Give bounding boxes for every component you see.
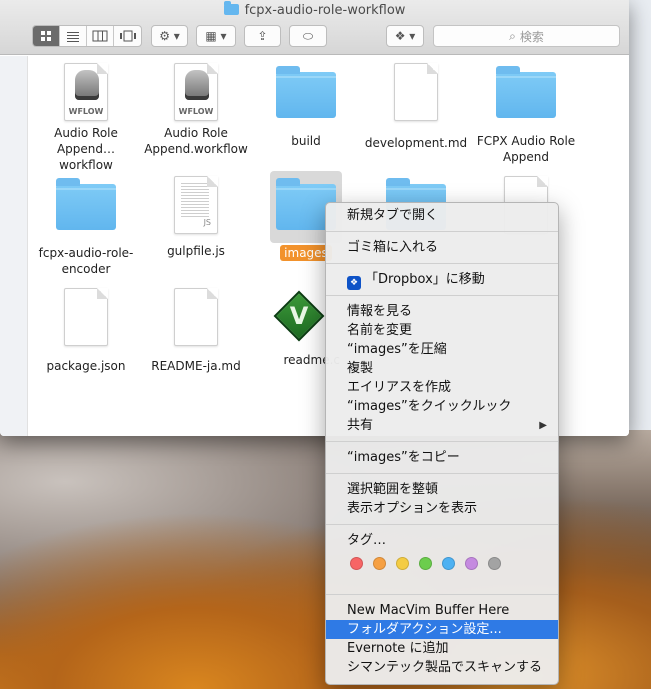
window-titlebar: fcpx-audio-role-workflow ⚙ ▾ ▦ ▾ ⇪ ⬭ ❖ ▾… (0, 0, 629, 55)
context-menu: 新規タブで開く ゴミ箱に入れる ❖ 「Dropbox」に移動 情報を見る 名前を変… (325, 202, 559, 685)
tag-red-dot[interactable] (350, 556, 363, 570)
automator-robot-icon (75, 70, 99, 100)
list-icon (67, 32, 79, 42)
file-name: fcpx-audio-role-encoder (38, 246, 134, 276)
file-item-fcpx-audio-role-encoder[interactable]: fcpx-audio-role-encoder (31, 178, 141, 277)
menu-item-clean-up-selection[interactable]: 選択範囲を整頓 (326, 480, 558, 499)
share-icon: ⇪ (257, 29, 268, 43)
menu-separator (326, 295, 558, 296)
menu-item-compress[interactable]: “images”を圧縮 (326, 340, 558, 359)
window-title-text: fcpx-audio-role-workflow (244, 3, 406, 18)
arrange-button[interactable]: ▦ ▾ (196, 25, 236, 47)
action-button[interactable]: ⚙ ▾ (151, 25, 188, 47)
search-icon: ⌕ (509, 28, 516, 43)
wflow-badge: WFLOW (68, 107, 104, 116)
sidebar-edge (0, 56, 28, 436)
wflow-badge: WFLOW (178, 107, 214, 116)
file-name: FCPX Audio Role Append (476, 134, 576, 164)
workflow-icon: WFLOW (64, 63, 108, 121)
document-icon (64, 288, 108, 346)
dropbox-toolbar-button[interactable]: ❖ ▾ (386, 25, 424, 47)
menu-item-move-to-trash[interactable]: ゴミ箱に入れる (326, 238, 558, 257)
list-view-button[interactable] (60, 26, 87, 46)
tag-gray-dot[interactable] (488, 556, 501, 570)
js-badge: JS (203, 218, 211, 227)
coverflow-view-button[interactable] (114, 26, 141, 46)
grid-icon (41, 31, 51, 41)
tag-green-dot[interactable] (419, 556, 432, 570)
tag-color-row (326, 550, 558, 576)
menu-separator (326, 473, 558, 474)
menu-separator (326, 231, 558, 232)
dropbox-icon: ❖ ▾ (394, 29, 416, 43)
columns-icon (92, 30, 108, 42)
menu-separator (326, 524, 558, 525)
file-item-gulpfile-js[interactable]: JS gulpfile.js (141, 176, 251, 259)
edit-tags-button[interactable]: ⬭ (289, 25, 327, 47)
workflow-icon: WFLOW (174, 63, 218, 121)
folder-icon (223, 1, 239, 15)
icon-view-button[interactable] (33, 26, 60, 46)
menu-separator (326, 441, 558, 442)
coverflow-icon (119, 30, 136, 42)
macvim-icon: V (273, 290, 325, 346)
file-name: package.json (46, 359, 126, 373)
submenu-arrow-icon: ▶ (539, 420, 547, 431)
file-item-development-md[interactable]: development.md (361, 63, 471, 151)
file-item-workflow-1[interactable]: WFLOW Audio Role Append…workflow (31, 63, 141, 173)
javascript-file-icon: JS (174, 176, 218, 234)
search-placeholder: 検索 (519, 29, 544, 44)
column-view-button[interactable] (87, 26, 114, 46)
search-field[interactable]: ⌕ 検索 (433, 25, 620, 47)
tag-purple-dot[interactable] (465, 556, 478, 570)
tag-blue-dot[interactable] (442, 556, 455, 570)
view-mode-segmented (32, 25, 142, 47)
folder-icon (56, 178, 116, 230)
share-button[interactable]: ⇪ (244, 25, 281, 47)
menu-item-make-alias[interactable]: エイリアスを作成 (326, 378, 558, 397)
menu-item-share[interactable]: 共有 ▶ (326, 416, 558, 435)
menu-item-duplicate[interactable]: 複製 (326, 359, 558, 378)
menu-item-tags[interactable]: タグ… (326, 531, 558, 550)
document-icon (174, 288, 218, 346)
automator-robot-icon (185, 70, 209, 100)
arrange-icon: ▦ ▾ (205, 29, 227, 43)
tag-icon: ⬭ (302, 28, 314, 43)
file-name: build (291, 134, 321, 148)
menu-separator (326, 263, 558, 264)
menu-item-folder-actions-setup[interactable]: フォルダアクション設定... (326, 620, 558, 639)
document-icon (394, 63, 438, 121)
gear-icon: ⚙ ▾ (159, 29, 180, 43)
file-name: Audio Role Append.workflow (144, 126, 248, 156)
tag-yellow-dot[interactable] (396, 556, 409, 570)
file-item-workflow-2[interactable]: WFLOW Audio Role Append.workflow (141, 63, 251, 157)
menu-item-symantec-scan[interactable]: シマンテック製品でスキャンする (326, 658, 558, 677)
file-name: development.md (364, 136, 468, 150)
file-item-readme-ja-md[interactable]: README-ja.md (141, 288, 251, 374)
file-item-package-json[interactable]: package.json (31, 288, 141, 374)
folder-icon (276, 66, 336, 118)
dropbox-icon: ❖ (347, 276, 361, 290)
menu-item-quick-look[interactable]: “images”をクイックルック (326, 397, 558, 416)
file-name: README-ja.md (151, 359, 241, 373)
menu-item-show-view-options[interactable]: 表示オプションを表示 (326, 499, 558, 518)
menu-item-new-macvim-buffer[interactable]: New MacVim Buffer Here (326, 601, 558, 620)
window-title: fcpx-audio-role-workflow (0, 1, 629, 18)
file-item-fcpx-audio-role-append[interactable]: FCPX Audio Role Append (471, 66, 581, 165)
menu-item-get-info[interactable]: 情報を見る (326, 302, 558, 321)
file-name: gulpfile.js (167, 244, 225, 258)
tag-orange-dot[interactable] (373, 556, 386, 570)
menu-separator (326, 594, 558, 595)
folder-icon (496, 66, 556, 118)
menu-item-evernote-add[interactable]: Evernote に追加 (326, 639, 558, 658)
menu-item-move-to-dropbox[interactable]: ❖ 「Dropbox」に移動 (326, 270, 558, 290)
file-item-build[interactable]: build (251, 66, 361, 149)
menu-item-copy[interactable]: “images”をコピー (326, 448, 558, 467)
menu-item-open-new-tab[interactable]: 新規タブで開く (326, 206, 558, 225)
menu-item-rename[interactable]: 名前を変更 (326, 321, 558, 340)
file-name: Audio Role Append…workflow (54, 126, 118, 172)
